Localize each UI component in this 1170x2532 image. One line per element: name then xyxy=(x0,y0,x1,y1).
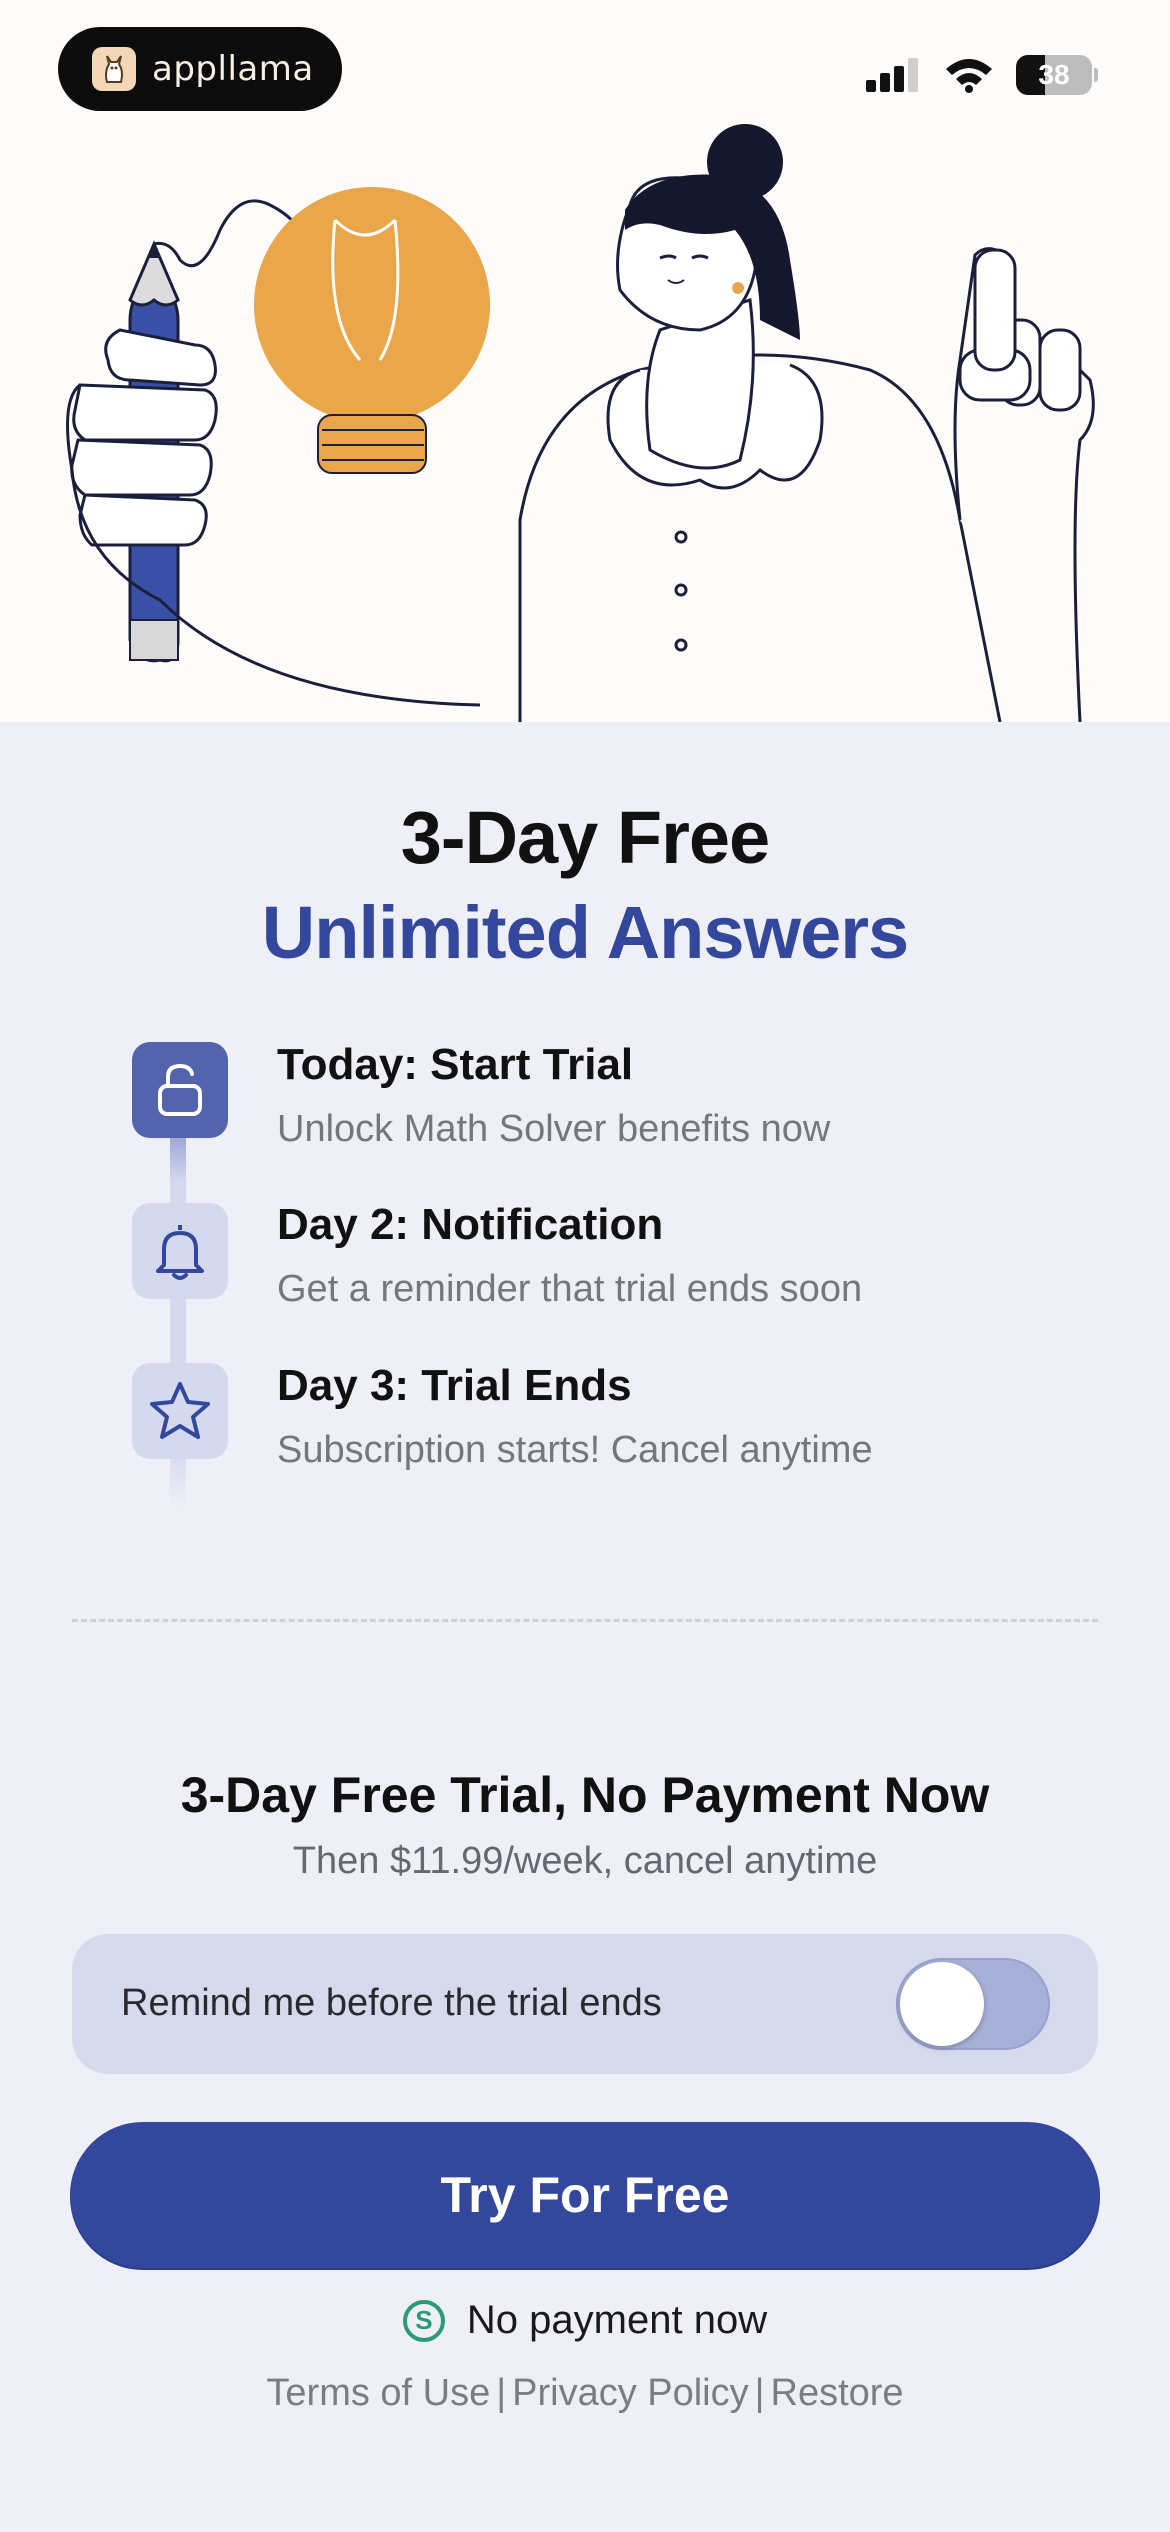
unlock-icon xyxy=(132,1042,228,1138)
offer-subtitle: Then $11.99/week, cancel anytime xyxy=(292,1840,878,1882)
footer-separator: | xyxy=(754,2372,765,2414)
privacy-policy-link[interactable]: Privacy Policy xyxy=(512,2372,749,2415)
brand-pill: appllama xyxy=(58,27,342,111)
headline-subtitle: Unlimited Answers xyxy=(261,891,909,974)
no-payment-note: S No payment now xyxy=(0,2298,1170,2343)
wifi-icon xyxy=(946,59,992,93)
battery-indicator: 38 xyxy=(1016,55,1092,95)
status-bar: 38 xyxy=(866,50,1098,100)
footer-links: Terms of Use | Privacy Policy | Restore xyxy=(0,2372,1170,2415)
offer-title: 3-Day Free Trial, No Payment Now xyxy=(180,1767,990,1823)
hero-illustration: appllama 38 xyxy=(0,0,1170,722)
dollar-circle-icon: S xyxy=(402,2299,445,2342)
section-divider xyxy=(72,1619,1098,1622)
headline-title: 3-Day Free xyxy=(400,796,770,879)
star-icon xyxy=(132,1363,228,1459)
try-for-free-button[interactable]: Try For Free xyxy=(70,2122,1100,2268)
brand-name: appllama xyxy=(152,49,314,89)
timeline-step-2-subtitle: Get a reminder that trial ends soon xyxy=(277,1268,863,1310)
reminder-row[interactable]: Remind me before the trial ends xyxy=(72,1934,1098,2074)
timeline-step-2-title: Day 2: Notification xyxy=(277,1200,664,1249)
battery-tip xyxy=(1094,68,1098,82)
toggle-knob xyxy=(900,1962,984,2046)
timeline-step-1-subtitle: Unlock Math Solver benefits now xyxy=(277,1108,831,1150)
cellular-signal-icon xyxy=(866,58,918,92)
bell-icon xyxy=(132,1203,228,1299)
reminder-label: Remind me before the trial ends xyxy=(121,1982,662,2024)
restore-link[interactable]: Restore xyxy=(771,2372,904,2415)
terms-of-use-link[interactable]: Terms of Use xyxy=(266,2372,490,2415)
no-payment-text: No payment now xyxy=(466,2298,768,2342)
llama-logo-icon xyxy=(92,47,136,91)
timeline-step-3-title: Day 3: Trial Ends xyxy=(277,1361,632,1410)
battery-percent: 38 xyxy=(1038,59,1070,90)
timeline-step-3-subtitle: Subscription starts! Cancel anytime xyxy=(277,1429,873,1471)
timeline-step-1-title: Today: Start Trial xyxy=(277,1040,634,1089)
reminder-toggle[interactable] xyxy=(896,1958,1050,2050)
footer-separator: | xyxy=(496,2372,507,2414)
